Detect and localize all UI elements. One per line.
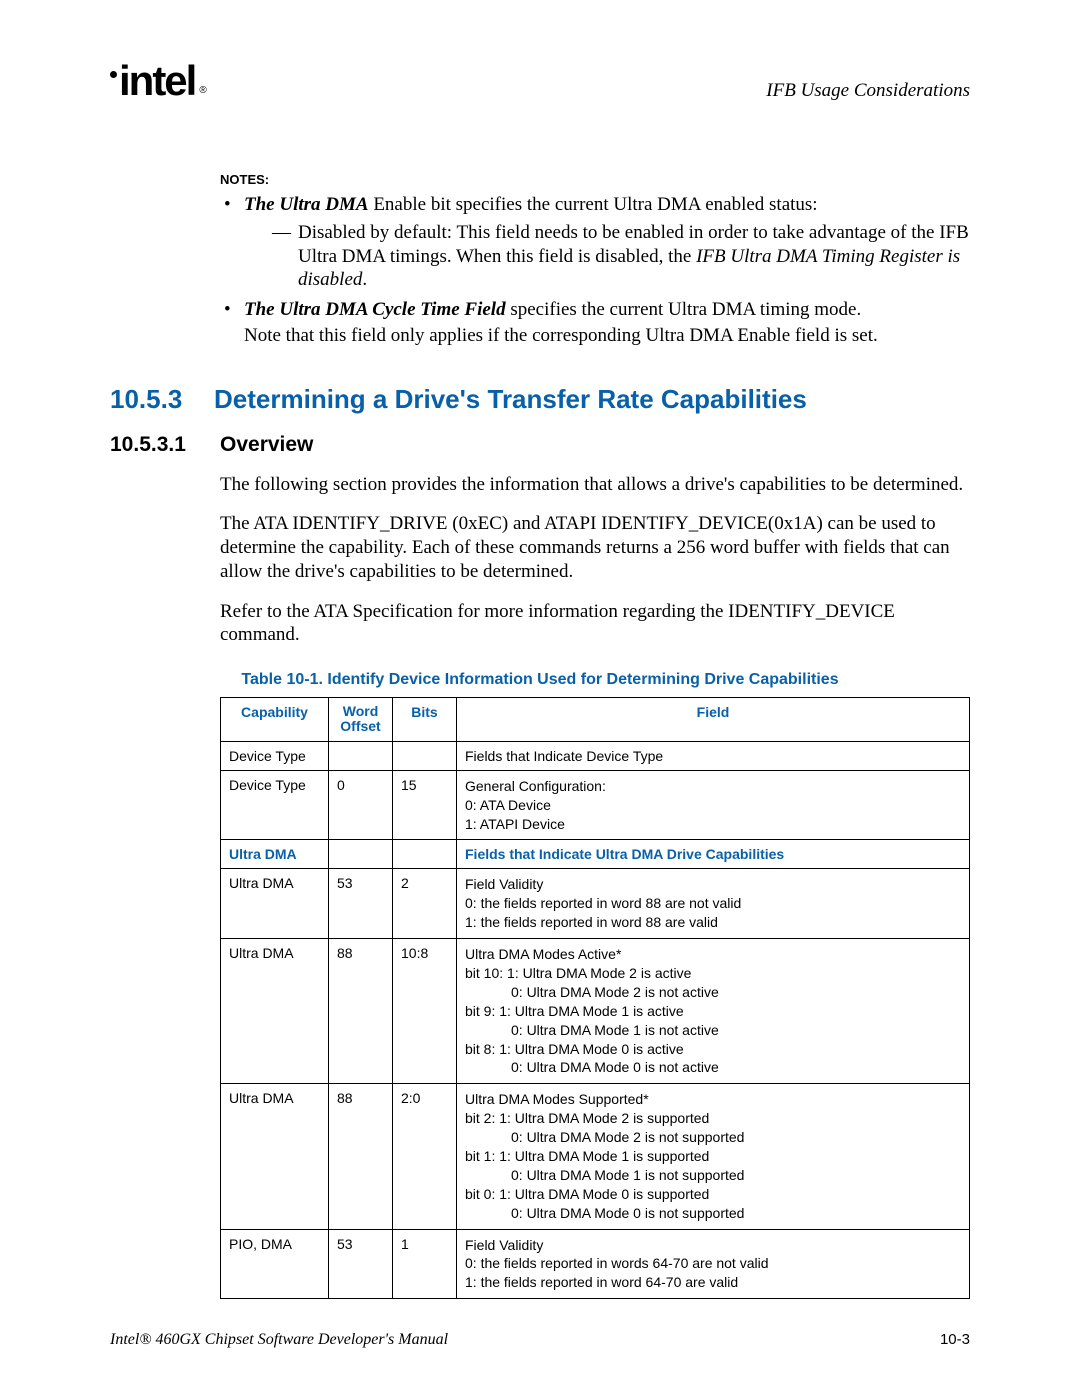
h3-title: Overview (220, 433, 313, 456)
note1-sub-suffix: . (362, 269, 367, 290)
field-line: bit 0: 1: Ultra DMA Mode 0 is supported (465, 1186, 709, 1202)
note1-subitem: Disabled by default: This field needs to… (244, 221, 970, 292)
field-title: Ultra DMA Modes Supported* (465, 1091, 649, 1107)
cell-field: Fields that Indicate Device Type (457, 741, 970, 770)
cell-field: Field Validity 0: the fields reported in… (457, 1229, 970, 1299)
th-field: Field (457, 698, 970, 742)
table-caption: Table 10-1. Identify Device Information … (110, 671, 970, 689)
h3-number: 10.5.3.1 (110, 433, 220, 457)
field-line: bit 10: 1: Ultra DMA Mode 2 is active (465, 965, 691, 981)
th-word-offset: Word Offset (329, 698, 393, 742)
section-heading-10-5-3-1: 10.5.3.1Overview (110, 433, 970, 457)
cell-cap: Ultra DMA (221, 840, 329, 869)
intel-logo: intel ® (110, 60, 205, 102)
note1-rest: Enable bit specifies the current Ultra D… (369, 194, 818, 215)
note-bullet-2: The Ultra DMA Cycle Time Field specifies… (220, 298, 970, 348)
table-row: Ultra DMA 53 2 Field Validity 0: the fie… (221, 869, 970, 939)
page-header: intel ® IFB Usage Considerations (110, 60, 970, 102)
field-line: 0: Ultra DMA Mode 0 is not supported (465, 1204, 961, 1223)
cell-bits: 2 (393, 869, 457, 939)
overview-para-2: The ATA IDENTIFY_DRIVE (0xEC) and ATAPI … (220, 512, 970, 583)
logo-dot-icon (110, 71, 117, 78)
notes-label: NOTES: (220, 172, 970, 187)
cell-bits: 10:8 (393, 939, 457, 1084)
table-header-row: Capability Word Offset Bits Field (221, 698, 970, 742)
cell-word: 53 (329, 1229, 393, 1299)
field-line: 0: Ultra DMA Mode 1 is not active (465, 1021, 961, 1040)
footer-title: Intel® 460GX Chipset Software Developer'… (110, 1331, 448, 1349)
table-row-section-header: Ultra DMA Fields that Indicate Ultra DMA… (221, 840, 970, 869)
logo-text: intel (119, 60, 195, 102)
section-heading-10-5-3: 10.5.3Determining a Drive's Transfer Rat… (110, 384, 970, 415)
cell-field: Ultra DMA Modes Active* bit 10: 1: Ultra… (457, 939, 970, 1084)
cell-cap: Device Type (221, 741, 329, 770)
field-line: 0: Ultra DMA Mode 2 is not supported (465, 1128, 961, 1147)
h2-number: 10.5.3 (110, 384, 214, 415)
cell-word (329, 741, 393, 770)
note2-lead: The Ultra DMA Cycle Time Field (244, 299, 506, 320)
th-word-offset-text: Word Offset (340, 703, 380, 734)
note2-line: Note that this field only applies if the… (244, 324, 970, 348)
field-line: bit 2: 1: Ultra DMA Mode 2 is supported (465, 1110, 709, 1126)
table-row: Device Type 0 15 General Configuration: … (221, 770, 970, 840)
th-capability: Capability (221, 698, 329, 742)
header-section-title: IFB Usage Considerations (766, 80, 970, 102)
field-line: bit 9: 1: Ultra DMA Mode 1 is active (465, 1003, 684, 1019)
overview-para-1: The following section provides the infor… (220, 473, 970, 497)
footer-page-number: 10-3 (940, 1331, 970, 1349)
cell-bits: 2:0 (393, 1084, 457, 1229)
cell-field: General Configuration: 0: ATA Device 1: … (457, 770, 970, 840)
cell-cap: Ultra DMA (221, 939, 329, 1084)
note2-rest: specifies the current Ultra DMA timing m… (506, 299, 862, 320)
cell-word: 88 (329, 939, 393, 1084)
table-row: PIO, DMA 53 1 Field Validity 0: the fiel… (221, 1229, 970, 1299)
cell-cap: PIO, DMA (221, 1229, 329, 1299)
cell-bits: 1 (393, 1229, 457, 1299)
cell-field: Field Validity 0: the fields reported in… (457, 869, 970, 939)
cell-field: Fields that Indicate Ultra DMA Drive Cap… (457, 840, 970, 869)
table-row: Ultra DMA 88 10:8 Ultra DMA Modes Active… (221, 939, 970, 1084)
field-line: 0: Ultra DMA Mode 2 is not active (465, 983, 961, 1002)
cell-word: 88 (329, 1084, 393, 1229)
cell-word (329, 840, 393, 869)
cell-cap: Ultra DMA (221, 1084, 329, 1229)
note1-lead: The Ultra DMA (244, 194, 369, 215)
overview-para-3: Refer to the ATA Specification for more … (220, 600, 970, 648)
note-bullet-1: The Ultra DMA Enable bit specifies the c… (220, 193, 970, 292)
cell-bits (393, 741, 457, 770)
h2-title: Determining a Drive's Transfer Rate Capa… (214, 384, 807, 414)
cell-field: Ultra DMA Modes Supported* bit 2: 1: Ult… (457, 1084, 970, 1229)
table-row: Ultra DMA 88 2:0 Ultra DMA Modes Support… (221, 1084, 970, 1229)
cell-word: 53 (329, 869, 393, 939)
cell-bits (393, 840, 457, 869)
field-line: bit 8: 1: Ultra DMA Mode 0 is active (465, 1041, 684, 1057)
cell-word: 0 (329, 770, 393, 840)
page: intel ® IFB Usage Considerations NOTES: … (0, 0, 1080, 1397)
cell-cap: Device Type (221, 770, 329, 840)
field-line: bit 1: 1: Ultra DMA Mode 1 is supported (465, 1148, 709, 1164)
field-title: Ultra DMA Modes Active* (465, 946, 621, 962)
cell-bits: 15 (393, 770, 457, 840)
field-line: 0: Ultra DMA Mode 0 is not active (465, 1058, 961, 1077)
field-line: 0: Ultra DMA Mode 1 is not supported (465, 1166, 961, 1185)
registered-icon: ® (199, 86, 204, 96)
table-row: Device Type Fields that Indicate Device … (221, 741, 970, 770)
identify-device-table: Capability Word Offset Bits Field Device… (220, 697, 970, 1299)
cell-cap: Ultra DMA (221, 869, 329, 939)
page-footer: Intel® 460GX Chipset Software Developer'… (110, 1331, 970, 1349)
notes-list: The Ultra DMA Enable bit specifies the c… (220, 193, 970, 348)
th-bits: Bits (393, 698, 457, 742)
